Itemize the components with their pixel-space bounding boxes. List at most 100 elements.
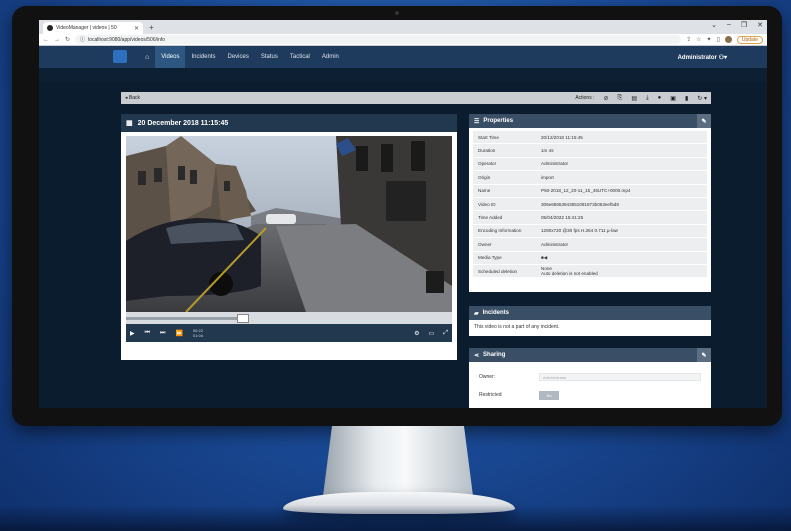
property-key: Owner bbox=[478, 241, 492, 247]
subtitles-icon[interactable]: ▭ bbox=[429, 330, 435, 337]
property-value-text: 05/04/2022 15:41:25 bbox=[541, 215, 584, 221]
property-value: 1280x720 @30 fps H.264 0.711 µ-law bbox=[541, 228, 707, 233]
nav-incidents[interactable]: Incidents bbox=[185, 46, 221, 68]
bookmark-star-icon[interactable]: ☆ bbox=[696, 36, 701, 43]
info-icon: ⓘ bbox=[80, 37, 86, 43]
close-tab-icon[interactable]: ✕ bbox=[134, 25, 139, 32]
hide-icon[interactable]: ⊘ bbox=[604, 95, 609, 102]
player-right-controls: ⚙ ▭ ⤢ bbox=[414, 330, 448, 337]
profile-avatar[interactable] bbox=[724, 36, 732, 43]
property-key: Name bbox=[478, 188, 491, 194]
seek-bar[interactable] bbox=[126, 312, 452, 324]
share-icon[interactable]: ⇪ bbox=[686, 36, 691, 43]
edit-properties-button[interactable]: ✎ bbox=[697, 114, 711, 128]
duration: 01:04 bbox=[192, 333, 203, 338]
edit-sharing-button[interactable]: ✎ bbox=[697, 348, 711, 362]
property-row: Owner Administrator bbox=[473, 238, 707, 252]
delete-icon[interactable]: ▮ bbox=[685, 95, 688, 102]
app-navbar: ⌂ Videos Incidents Devices Status Tactic… bbox=[39, 46, 767, 68]
user-icon: ⚇▾ bbox=[718, 54, 727, 61]
property-key: Duration bbox=[478, 148, 496, 154]
fullscreen-icon[interactable]: ⤢ bbox=[443, 330, 448, 337]
property-row: Name P50-2018_12_20-11_15_45UTC+0000.mp4 bbox=[473, 184, 707, 198]
export-icon[interactable]: ⎘ bbox=[618, 95, 623, 102]
minimize-icon[interactable]: – bbox=[727, 21, 731, 29]
video-panel: ▦ 20 December 2018 11:15:45 ▶ ⏮ ⏭ ⏩ 00:2… bbox=[121, 114, 457, 360]
property-row: Operator Administrator bbox=[473, 157, 707, 172]
update-button[interactable]: Update bbox=[736, 35, 763, 44]
property-value: P50-2018_12_20-11_15_45UTC+0000.mp4 bbox=[541, 188, 707, 193]
window-controls: ⌄ – ❐ ✕ bbox=[711, 21, 763, 29]
close-window-icon[interactable]: ✕ bbox=[757, 21, 763, 29]
refresh-icon[interactable]: ↻ ▾ bbox=[697, 95, 707, 102]
property-row: Encoding Information 1280x720 @30 fps H.2… bbox=[473, 224, 707, 239]
nav-admin[interactable]: Admin bbox=[316, 46, 345, 68]
film-icon: ▦ bbox=[126, 120, 133, 127]
owner-label: Owner: bbox=[479, 374, 496, 380]
restricted-row: Restricted No bbox=[469, 386, 711, 404]
copy-icon[interactable]: ▣ bbox=[670, 95, 676, 102]
actions-label: Actions : bbox=[575, 95, 595, 101]
nav-status[interactable]: Status bbox=[255, 46, 284, 68]
nav-devices[interactable]: Devices bbox=[222, 46, 255, 68]
back-arrow-icon[interactable]: ← bbox=[43, 37, 49, 43]
address-bar: ← → ↻ ⓘ localhost:9080/app/videos/506/in… bbox=[39, 34, 767, 46]
brand-logo[interactable] bbox=[113, 50, 127, 63]
property-row: Origin import bbox=[473, 171, 707, 185]
url-field[interactable]: ⓘ localhost:9080/app/videos/506/info bbox=[75, 35, 682, 44]
new-tab-icon[interactable]: + bbox=[149, 23, 154, 32]
maximize-icon[interactable]: ❐ bbox=[741, 21, 747, 29]
incidents-message: This video is not a part of any incident… bbox=[474, 324, 560, 330]
action-bar: ◂ Back Actions : ⊘ ⎘ ▤ ⤓ ● ▣ ▮ ↻ ▾ bbox=[121, 92, 711, 104]
favicon-icon bbox=[47, 25, 53, 31]
restricted-toggle[interactable]: No bbox=[539, 390, 559, 400]
property-row: Duration 1m 4s bbox=[473, 144, 707, 158]
settings-gear-icon[interactable]: ⚙ bbox=[414, 330, 419, 337]
url-text: localhost:9080/app/videos/506/info bbox=[88, 36, 166, 43]
extensions-icon[interactable]: ✦ bbox=[707, 36, 712, 43]
previous-frame-icon[interactable]: ⏮ bbox=[145, 330, 150, 337]
download-icon[interactable]: ⤓ bbox=[646, 95, 649, 102]
property-row: Start Time 20/12/2018 11:15:45 bbox=[473, 131, 707, 145]
next-frame-icon[interactable]: ⏭ bbox=[160, 330, 165, 337]
play-icon[interactable]: ▶ bbox=[130, 330, 135, 337]
reload-icon[interactable]: ↻ bbox=[65, 36, 70, 43]
back-label: Back bbox=[128, 95, 141, 101]
chevron-down-icon[interactable]: ⌄ bbox=[711, 21, 717, 29]
property-value: 05/04/2022 15:41:25 bbox=[541, 215, 707, 220]
nav-videos[interactable]: Videos bbox=[155, 46, 186, 68]
properties-list: Start Time 20/12/2018 11:15:45 Duration 1m … bbox=[469, 128, 711, 279]
property-value: Administrator bbox=[541, 242, 707, 247]
video-player[interactable] bbox=[126, 136, 452, 312]
incident-icon: ▰ bbox=[474, 310, 479, 317]
browser-tab[interactable]: VideoManager | videos | 50 ✕ bbox=[43, 22, 143, 34]
property-value-text: Administrator bbox=[541, 241, 569, 247]
restricted-label: Restricted bbox=[479, 392, 502, 398]
monitor-stand bbox=[323, 426, 473, 496]
forward-arrow-icon[interactable]: → bbox=[54, 37, 60, 43]
user-menu[interactable]: Administrator ⚇▾ bbox=[678, 54, 727, 61]
sharing-title: Sharing bbox=[483, 352, 506, 358]
incidents-header: ▰ Incidents bbox=[469, 306, 711, 320]
approve-icon[interactable]: ● bbox=[658, 95, 662, 101]
property-value: None Auto deletion is not enabled bbox=[541, 266, 707, 276]
sidepanel-icon[interactable]: ▯ bbox=[717, 36, 720, 43]
property-row: Time Added 05/04/2022 15:41:25 bbox=[473, 211, 707, 225]
seek-bar-played bbox=[126, 317, 244, 320]
back-button[interactable]: ◂ Back bbox=[125, 95, 140, 101]
add-clip-icon[interactable]: ▤ bbox=[631, 95, 637, 102]
seek-handle[interactable] bbox=[237, 314, 250, 323]
property-value-subtext: Auto deletion is not enabled bbox=[541, 271, 598, 277]
list-icon: ☰ bbox=[474, 118, 480, 125]
property-row: Media Type ■◀ bbox=[473, 251, 707, 265]
time-readout: 00:22 01:04 bbox=[193, 328, 203, 338]
share-icon: ⋖ bbox=[474, 352, 480, 359]
owner-input[interactable]: Administrator bbox=[539, 373, 701, 381]
nav-tactical[interactable]: Tactical bbox=[284, 46, 316, 68]
fast-forward-icon[interactable]: ⏩ bbox=[175, 330, 182, 337]
property-value-text: P50-2018_12_20-11_15_45UTC+0000.mp4 bbox=[541, 188, 631, 194]
property-value: ■◀ bbox=[541, 255, 707, 261]
actions-group: Actions : ⊘ ⎘ ▤ ⤓ ● ▣ ▮ ↻ ▾ bbox=[575, 95, 707, 102]
sharing-header: ⋖ Sharing ✎ bbox=[469, 348, 711, 362]
nav-home[interactable]: ⌂ bbox=[139, 46, 155, 68]
